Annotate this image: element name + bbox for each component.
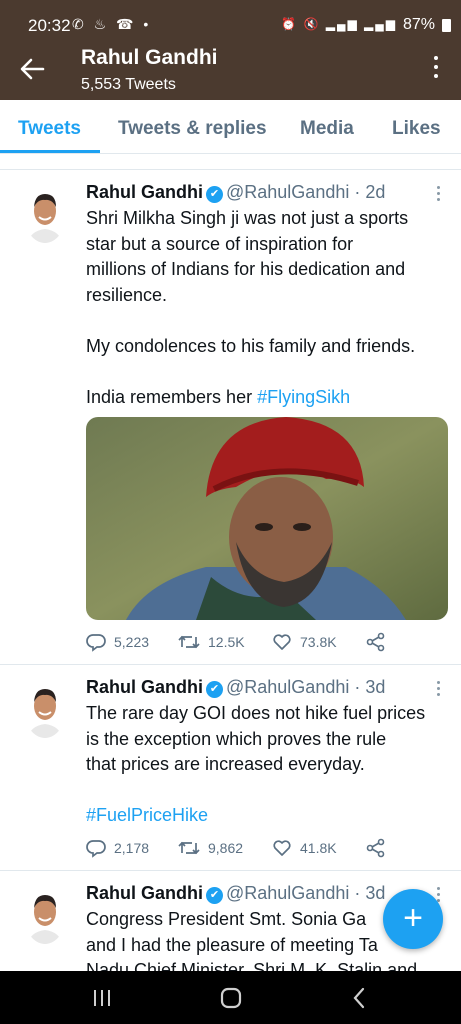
back-icon[interactable]: [352, 987, 366, 1014]
tweet-text: The rare day GOI does not hike fuel pric…: [86, 701, 451, 829]
verified-badge-icon: ✔: [206, 887, 223, 904]
heart-icon: [273, 634, 291, 650]
author-name[interactable]: Rahul Gandhi: [86, 182, 203, 202]
retweet-count: 12.5K: [208, 634, 245, 650]
recent-apps-icon[interactable]: [92, 989, 112, 1012]
tweet-line: that prices are increased everyday.: [86, 754, 365, 774]
plus-icon: +: [403, 899, 423, 937]
tweet-line: Nadu Chief Minister, Shri M. K. Stalin a…: [86, 960, 418, 971]
share-button[interactable]: [366, 838, 386, 858]
hashtag-link[interactable]: #FlyingSikh: [257, 387, 350, 407]
reply-icon: [86, 634, 106, 652]
back-arrow-icon[interactable]: [18, 56, 46, 82]
tweet[interactable]: Rahul Gandhi ✔ @RahulGandhi · 3d The rare …: [0, 666, 461, 871]
home-icon[interactable]: [220, 987, 242, 1014]
share-icon: [366, 838, 385, 858]
share-icon: [366, 632, 385, 652]
notification-icons: ✆ ♨ ☎ •: [72, 16, 152, 32]
reply-button[interactable]: 2,178: [86, 838, 149, 858]
battery-percentage: 87%: [402, 16, 435, 33]
like-button[interactable]: 73.8K: [272, 632, 337, 652]
tweet-time[interactable]: · 3d: [354, 883, 385, 903]
active-tab-indicator: [0, 150, 100, 153]
tab-tweets[interactable]: Tweets: [18, 118, 81, 140]
tweet-line: The rare day GOI does not hike fuel pric…: [86, 703, 426, 723]
like-count: 41.8K: [300, 840, 337, 856]
tab-likes[interactable]: Likes: [392, 118, 441, 140]
heart-icon: [273, 840, 291, 856]
tweet-menu-icon[interactable]: [435, 681, 441, 699]
retweet-icon: [178, 635, 200, 649]
status-time: 20:32: [28, 16, 71, 35]
divider: [0, 154, 461, 170]
tweet-header: Rahul Gandhi ✔ @RahulGandhi · 3d: [86, 677, 385, 699]
tweet-time[interactable]: · 2d: [354, 182, 385, 202]
verified-badge-icon: ✔: [206, 186, 223, 203]
like-count: 73.8K: [300, 634, 337, 650]
tab-media[interactable]: Media: [300, 118, 354, 140]
compose-tweet-button[interactable]: +: [383, 889, 443, 949]
app-header: 20:32 ✆ ♨ ☎ • ⏰ 🔇 ▂▄▆ ▂▄▆ 87% Rahul Gand…: [0, 0, 461, 100]
tweet-time[interactable]: · 3d: [354, 677, 385, 697]
avatar[interactable]: [24, 886, 66, 944]
author-name[interactable]: Rahul Gandhi: [86, 883, 203, 903]
retweet-count: 9,862: [208, 840, 244, 856]
reply-count: 5,223: [114, 634, 150, 650]
verified-badge-icon: ✔: [206, 681, 223, 698]
retweet-button[interactable]: 9,862: [178, 838, 243, 858]
author-handle[interactable]: @RahulGandhi: [226, 182, 349, 202]
status-bar: 20:32 ✆ ♨ ☎ • ⏰ 🔇 ▂▄▆ ▂▄▆ 87%: [0, 0, 461, 40]
tweet-line: star but a source of inspiration for: [86, 233, 354, 254]
author-handle[interactable]: @RahulGandhi: [226, 883, 349, 903]
network-icons: ⏰ 🔇 ▂▄▆ ▂▄▆: [281, 17, 397, 31]
tweet-line: Shri Milkha Singh ji was not just a spor…: [86, 208, 409, 228]
author-handle[interactable]: @RahulGandhi: [226, 677, 349, 697]
like-button[interactable]: 41.8K: [272, 838, 337, 858]
tweet-line: is the exception which proves the rule: [86, 728, 387, 749]
system-navigation-bar: [0, 971, 461, 1024]
reply-count: 2,178: [114, 840, 150, 856]
avatar[interactable]: [24, 680, 66, 738]
retweet-icon: [178, 841, 200, 855]
tweet[interactable]: Rahul Gandhi ✔ @RahulGandhi · 2d Shri Milk…: [0, 171, 461, 665]
tweet-header: Rahul Gandhi ✔ @RahulGandhi · 3d: [86, 883, 385, 905]
avatar[interactable]: [24, 185, 66, 243]
tweet-count: 5,553 Tweets: [81, 76, 176, 93]
profile-name: Rahul Gandhi: [81, 46, 218, 69]
profile-tabs: Tweets Tweets & replies Media Likes: [0, 100, 461, 154]
tweet-image[interactable]: [86, 417, 448, 620]
more-options-icon[interactable]: [431, 56, 441, 82]
tweet-header: Rahul Gandhi ✔ @RahulGandhi · 2d: [86, 182, 385, 204]
author-name[interactable]: Rahul Gandhi: [86, 677, 203, 697]
reply-button[interactable]: 5,223: [86, 632, 149, 652]
tweet-line: resilience.: [86, 284, 168, 305]
share-button[interactable]: [366, 632, 386, 652]
tweet-line: millions of Indians for his dedication a…: [86, 259, 406, 279]
battery-icon: [442, 19, 451, 32]
hashtag-link[interactable]: #FuelPriceHike: [86, 805, 208, 825]
tweet-line: My condolences to his family and friends…: [86, 335, 416, 356]
tweet-line: India remembers her: [86, 386, 253, 407]
tab-tweets-replies[interactable]: Tweets & replies: [118, 118, 267, 140]
tweet-menu-icon[interactable]: [435, 186, 441, 204]
tweet-text: Shri Milkha Singh ji was not just a spor…: [86, 206, 451, 410]
retweet-button[interactable]: 12.5K: [178, 632, 245, 652]
reply-icon: [86, 840, 106, 858]
